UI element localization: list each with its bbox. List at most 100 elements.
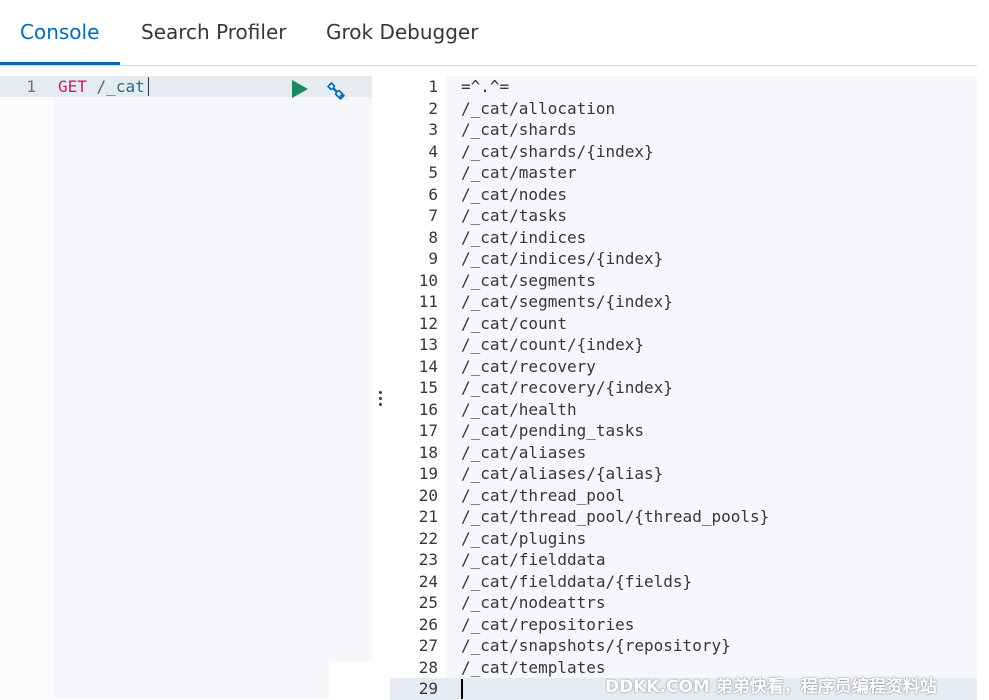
- active-tab-indicator: [0, 62, 120, 65]
- bottom-blank: [329, 661, 390, 699]
- output-line-number: 2: [428, 98, 438, 118]
- wrench-icon[interactable]: [324, 79, 348, 103]
- output-line-text: /_cat/shards: [461, 120, 577, 139]
- output-line-text: /_cat/segments: [461, 270, 596, 290]
- tab-grok-debugger[interactable]: Grok Debugger: [326, 20, 478, 64]
- output-line-number: 19: [418, 464, 438, 483]
- output-line-text: /_cat/tasks: [461, 206, 567, 225]
- output-line-text: /_cat/plugins: [461, 528, 587, 548]
- pane-resizer[interactable]: [372, 76, 390, 699]
- request-editor-area[interactable]: [54, 76, 372, 699]
- response-output[interactable]: 1 =^.^= 2 /_cat/allocation 3 /_cat/shards 4 /_c…: [390, 76, 977, 700]
- output-line-text: /_cat/indices: [461, 227, 587, 247]
- output-line-text: /_cat/fielddata: [461, 550, 606, 569]
- output-line-number: 1: [428, 77, 438, 96]
- output-line-text: /_cat/thread_pool/{thread_pools}: [461, 507, 770, 526]
- output-line-number: 5: [428, 163, 438, 182]
- output-line: 17 /_cat/pending_tasks: [390, 420, 977, 442]
- output-line-text: /_cat/health: [461, 399, 577, 419]
- output-line-number: 18: [418, 442, 438, 462]
- output-line-number: 17: [418, 421, 438, 440]
- output-line: 19 /_cat/aliases/{alias}: [390, 463, 977, 485]
- output-line-number: 6: [428, 184, 438, 204]
- output-line: 10 /_cat/segments: [390, 270, 977, 292]
- request-path: /_cat: [96, 77, 145, 96]
- output-line-text: /_cat/recovery/{index}: [461, 378, 673, 397]
- output-line-text: /_cat/segments/{index}: [461, 292, 673, 311]
- output-line: 18 /_cat/aliases: [390, 442, 977, 464]
- output-line-number: 20: [418, 485, 438, 505]
- request-editor[interactable]: 1 GET /_cat: [0, 76, 372, 699]
- request-method: GET: [58, 77, 87, 96]
- tab-console[interactable]: Console: [20, 20, 99, 64]
- output-line-text: /_cat/count: [461, 313, 567, 333]
- output-line-number: 14: [418, 356, 438, 376]
- output-line-number: 27: [418, 636, 438, 655]
- output-line-number: 28: [418, 657, 438, 677]
- output-line-number: 22: [418, 528, 438, 548]
- output-line-text: /_cat/fielddata/{fields}: [461, 571, 693, 591]
- output-line: 11 /_cat/segments/{index}: [390, 291, 977, 313]
- resizer-handle-icon: [379, 391, 383, 409]
- play-icon[interactable]: [292, 80, 308, 98]
- output-line-number: 13: [418, 335, 438, 354]
- output-line: 13 /_cat/count/{index}: [390, 334, 977, 356]
- output-line-text: /_cat/shards/{index}: [461, 141, 654, 161]
- output-line-text: /_cat/nodes: [461, 184, 567, 204]
- output-line: 16 /_cat/health: [390, 399, 977, 421]
- output-line: 3 /_cat/shards: [390, 119, 977, 141]
- output-line-number: 7: [428, 206, 438, 225]
- output-line: 2 /_cat/allocation: [390, 98, 977, 120]
- output-line-number: 25: [418, 593, 438, 612]
- output-line: 28 /_cat/templates: [390, 657, 977, 679]
- output-line-text: /_cat/snapshots/{repository}: [461, 636, 731, 655]
- output-line: 14 /_cat/recovery: [390, 356, 977, 378]
- output-line: 6 /_cat/nodes: [390, 184, 977, 206]
- output-line-text: /_cat/repositories: [461, 614, 635, 634]
- output-line: 26 /_cat/repositories: [390, 614, 977, 636]
- request-gutter: [0, 76, 54, 699]
- output-line: 8 /_cat/indices: [390, 227, 977, 249]
- output-line-number: 29: [418, 679, 438, 698]
- output-line-number: 15: [418, 378, 438, 397]
- tab-bar: Console Search Profiler Grok Debugger: [0, 0, 977, 66]
- output-line: 4 /_cat/shards/{index}: [390, 141, 977, 163]
- output-text-cursor: [461, 679, 463, 699]
- output-line: 1 =^.^=: [390, 76, 977, 98]
- watermark: DDKK.COM 弟弟快看，程序员编程资料站: [605, 677, 937, 697]
- output-line-text: /_cat/aliases/{alias}: [461, 464, 664, 483]
- output-line-number: 24: [418, 571, 438, 591]
- output-line-text: /_cat/master: [461, 163, 577, 182]
- output-line: 5 /_cat/master: [390, 162, 977, 184]
- output-line-text: /_cat/aliases: [461, 442, 587, 462]
- output-line-number: 4: [428, 141, 438, 161]
- request-active-line[interactable]: 1 GET /_cat: [0, 76, 372, 100]
- request-text-cursor: [148, 77, 149, 96]
- output-line-text: /_cat/indices/{index}: [461, 249, 664, 268]
- output-line: 15 /_cat/recovery/{index}: [390, 377, 977, 399]
- output-line: 9 /_cat/indices/{index}: [390, 248, 977, 270]
- output-line: 25 /_cat/nodeattrs: [390, 592, 977, 614]
- output-line: 27 /_cat/snapshots/{repository}: [390, 635, 977, 657]
- output-line-text: /_cat/pending_tasks: [461, 421, 645, 440]
- output-line: 21 /_cat/thread_pool/{thread_pools}: [390, 506, 977, 528]
- output-line: 22 /_cat/plugins: [390, 528, 977, 550]
- output-line-text: /_cat/count/{index}: [461, 335, 645, 354]
- request-code[interactable]: GET /_cat: [58, 76, 145, 97]
- output-line-text: /_cat/templates: [461, 657, 606, 677]
- output-line-number: 8: [428, 227, 438, 247]
- output-line-number: 11: [418, 292, 438, 311]
- output-line-text: /_cat/thread_pool: [461, 485, 625, 505]
- output-line: 7 /_cat/tasks: [390, 205, 977, 227]
- request-line-number: 1: [26, 77, 36, 96]
- output-line-number: 23: [418, 550, 438, 569]
- output-line: 23 /_cat/fielddata: [390, 549, 977, 571]
- output-line-number: 21: [418, 507, 438, 526]
- output-line-number: 26: [418, 614, 438, 634]
- output-line-text: /_cat/nodeattrs: [461, 593, 606, 612]
- output-line-number: 16: [418, 399, 438, 419]
- tab-search-profiler[interactable]: Search Profiler: [141, 20, 286, 64]
- output-line-number: 10: [418, 270, 438, 290]
- output-line-number: 12: [418, 313, 438, 333]
- output-line-number: 3: [428, 120, 438, 139]
